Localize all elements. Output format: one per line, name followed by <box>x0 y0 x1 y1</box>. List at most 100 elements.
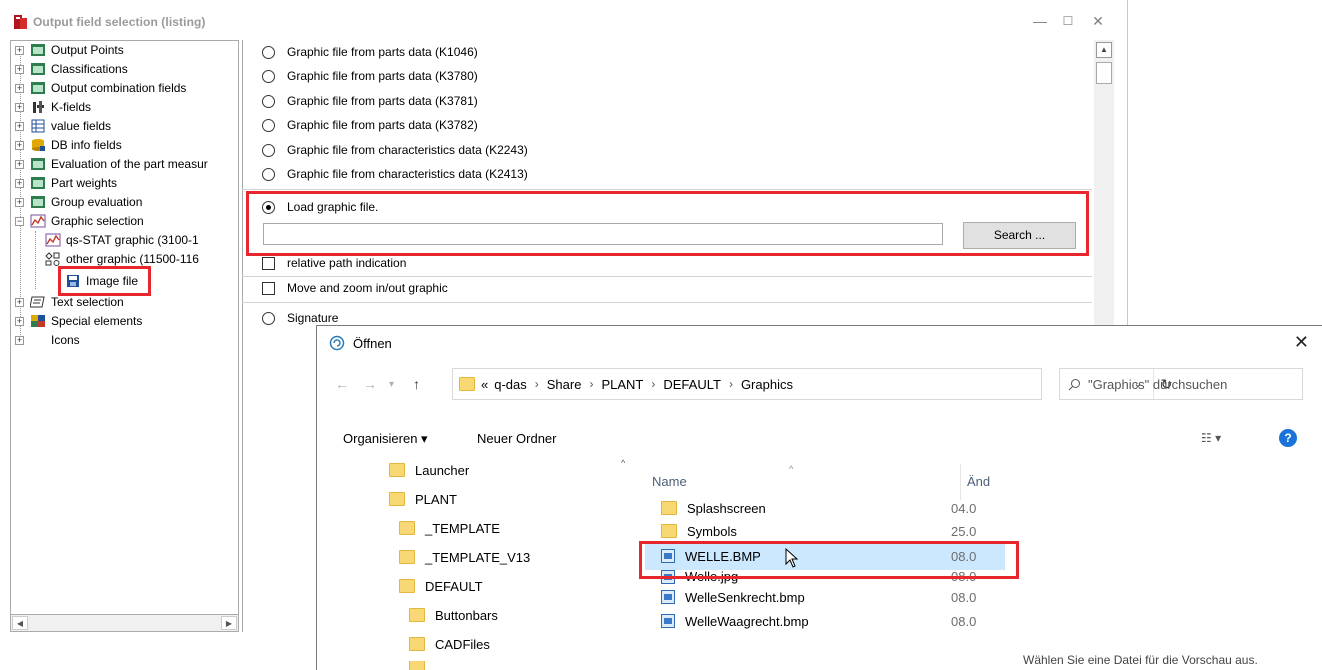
checkbox-move-zoom[interactable]: Move and zoom in/out graphic <box>262 278 448 298</box>
radio-button[interactable] <box>262 143 275 157</box>
tree-item-group-evaluation[interactable]: + Group evaluation <box>15 193 142 211</box>
expand-icon[interactable]: + <box>15 316 24 326</box>
tree-item-special-elements[interactable]: + Special elements <box>15 312 142 330</box>
expand-icon[interactable]: + <box>15 297 24 307</box>
scroll-thumb[interactable] <box>1096 62 1112 84</box>
scroll-right-icon[interactable]: ▶ <box>221 616 237 630</box>
new-folder-button[interactable]: Neuer Ordner <box>477 431 556 446</box>
tree-item-graphic-selection[interactable]: − Graphic selection <box>15 212 144 230</box>
radio-button[interactable] <box>262 167 275 181</box>
radio-k1046[interactable]: Graphic file from parts data (K1046) <box>262 42 478 62</box>
search-box[interactable]: "Graphics" durchsuchen <box>1059 368 1303 400</box>
checkbox-label: Move and zoom in/out graphic <box>287 281 448 295</box>
checkbox-relative-path[interactable]: relative path indication <box>262 253 406 273</box>
tree-item-output-combination-fields[interactable]: + Output combination fields <box>15 79 186 97</box>
address-bar[interactable]: « q-das › Share › PLANT › DEFAULT › Grap… <box>452 368 1172 400</box>
nav-folder-launcher[interactable]: Launcher <box>389 458 469 482</box>
expand-icon[interactable]: + <box>15 335 24 345</box>
tree-item-db-info-fields[interactable]: + DB info fields <box>15 136 122 154</box>
breadcrumb-q-das[interactable]: q-das <box>494 377 527 392</box>
radio-button[interactable] <box>262 118 275 132</box>
nav-folder-template[interactable]: _TEMPLATE <box>399 516 500 540</box>
scroll-up-icon[interactable]: ▲ <box>1096 42 1112 58</box>
folder-icon <box>399 579 415 593</box>
tree-item-output-points[interactable]: + Output Points <box>15 41 124 59</box>
expand-icon[interactable]: + <box>15 45 24 55</box>
radio-k3782[interactable]: Graphic file from parts data (K3782) <box>262 115 478 135</box>
tree-item-classifications[interactable]: + Classifications <box>15 60 128 78</box>
checkbox[interactable] <box>262 256 275 270</box>
breadcrumb-plant[interactable]: PLANT <box>601 377 643 392</box>
forward-arrow-icon[interactable]: → <box>363 376 377 392</box>
tree-item-qs-stat-graphic[interactable]: qs-STAT graphic (3100-1 <box>45 231 199 249</box>
radio-k3781[interactable]: Graphic file from parts data (K3781) <box>262 91 478 111</box>
up-arrow-icon[interactable]: ↑ <box>413 376 420 392</box>
nav-folder-plant[interactable]: PLANT <box>389 487 457 511</box>
expand-icon[interactable]: + <box>15 159 24 169</box>
close-button[interactable]: ✕ <box>1088 12 1108 30</box>
radio-button[interactable] <box>262 45 275 59</box>
tree-item-label: Group evaluation <box>51 195 143 209</box>
checkbox[interactable] <box>262 281 275 295</box>
folder-icon <box>459 377 475 391</box>
k-field-icon <box>33 101 44 113</box>
nav-pane-scrollbar[interactable]: ^ <box>619 454 635 670</box>
dialog-close-icon[interactable]: ✕ <box>1294 332 1309 353</box>
expand-icon[interactable]: + <box>15 178 24 188</box>
radio-k2413[interactable]: Graphic file from characteristics data (… <box>262 164 528 184</box>
tree-item-icons[interactable]: + Icons <box>15 331 80 349</box>
expand-icon[interactable]: + <box>15 197 24 207</box>
tree-item-label: K-fields <box>51 100 92 114</box>
tree-item-evaluation-part[interactable]: + Evaluation of the part measur <box>15 155 208 173</box>
back-arrow-icon[interactable]: ← <box>335 376 349 392</box>
file-date: 08.0 <box>951 589 977 605</box>
nav-folder-partial[interactable] <box>409 661 435 670</box>
tree-item-part-weights[interactable]: + Part weights <box>15 174 117 192</box>
radio-button[interactable] <box>262 311 275 325</box>
scroll-up-icon[interactable]: ^ <box>621 458 625 468</box>
expand-icon[interactable]: + <box>15 83 24 93</box>
breadcrumb-share[interactable]: Share <box>547 377 582 392</box>
organize-button[interactable]: Organisieren ▾ <box>343 431 428 447</box>
navigation-pane[interactable]: Launcher PLANT _TEMPLATE _TEMPLATE_V13 D… <box>317 454 635 670</box>
graph-icon <box>30 214 46 228</box>
nav-folder-template-v13[interactable]: _TEMPLATE_V13 <box>399 545 530 569</box>
nav-folder-cadfiles[interactable]: CADFiles <box>409 632 490 656</box>
tree-item-label: qs-STAT graphic (3100-1 <box>66 233 199 247</box>
breadcrumb-graphics[interactable]: Graphics <box>741 377 793 392</box>
breadcrumb-default[interactable]: DEFAULT <box>663 377 721 392</box>
radio-k3780[interactable]: Graphic file from parts data (K3780) <box>262 66 478 86</box>
file-row-wellesenkrecht[interactable]: WelleSenkrecht.bmp 08.0 <box>645 586 1005 608</box>
column-header-name[interactable]: Name <box>652 474 687 489</box>
radio-button[interactable] <box>262 94 275 108</box>
expand-icon[interactable]: + <box>15 121 24 131</box>
field-tree[interactable]: + Output Points + Classifications + Outp… <box>10 40 239 632</box>
recent-dropdown-icon[interactable]: ▾ <box>389 379 394 390</box>
view-options-icon[interactable]: ☷ ▾ <box>1201 431 1221 445</box>
folder-icon <box>661 524 677 538</box>
command-bar: Organisieren ▾ Neuer Ordner ☷ ▾ ? <box>317 424 1322 454</box>
expand-icon[interactable]: + <box>15 64 24 74</box>
minimize-button[interactable]: — <box>1030 12 1050 30</box>
maximize-button[interactable]: ☐ <box>1058 12 1078 30</box>
nav-folder-buttonbars[interactable]: Buttonbars <box>409 603 498 627</box>
tree-item-k-fields[interactable]: + K-fields <box>15 98 91 116</box>
help-icon[interactable]: ? <box>1279 429 1297 447</box>
collapse-icon[interactable]: − <box>15 216 24 226</box>
tree-item-label: DB info fields <box>51 138 122 152</box>
folder-icon <box>409 608 425 622</box>
tree-horizontal-scrollbar[interactable]: ◀ ▶ <box>10 614 239 632</box>
nav-folder-default[interactable]: DEFAULT <box>399 574 483 598</box>
file-row-symbols[interactable]: Symbols 25.0 <box>645 522 1005 540</box>
tree-item-value-fields[interactable]: + value fields <box>15 117 111 135</box>
radio-button[interactable] <box>262 69 275 83</box>
expand-icon[interactable]: + <box>15 140 24 150</box>
breadcrumb-overflow[interactable]: « <box>481 377 488 392</box>
scroll-left-icon[interactable]: ◀ <box>12 616 28 630</box>
file-row-splashscreen[interactable]: Splashscreen 04.0 <box>645 497 1005 519</box>
expand-icon[interactable]: + <box>15 102 24 112</box>
radio-k2243[interactable]: Graphic file from characteristics data (… <box>262 140 528 160</box>
column-header-date[interactable]: Änd <box>967 474 990 489</box>
file-row-wellewaagrecht[interactable]: WelleWaagrecht.bmp 08.0 <box>645 610 1005 632</box>
options-vertical-scrollbar[interactable]: ▲ <box>1094 40 1114 325</box>
